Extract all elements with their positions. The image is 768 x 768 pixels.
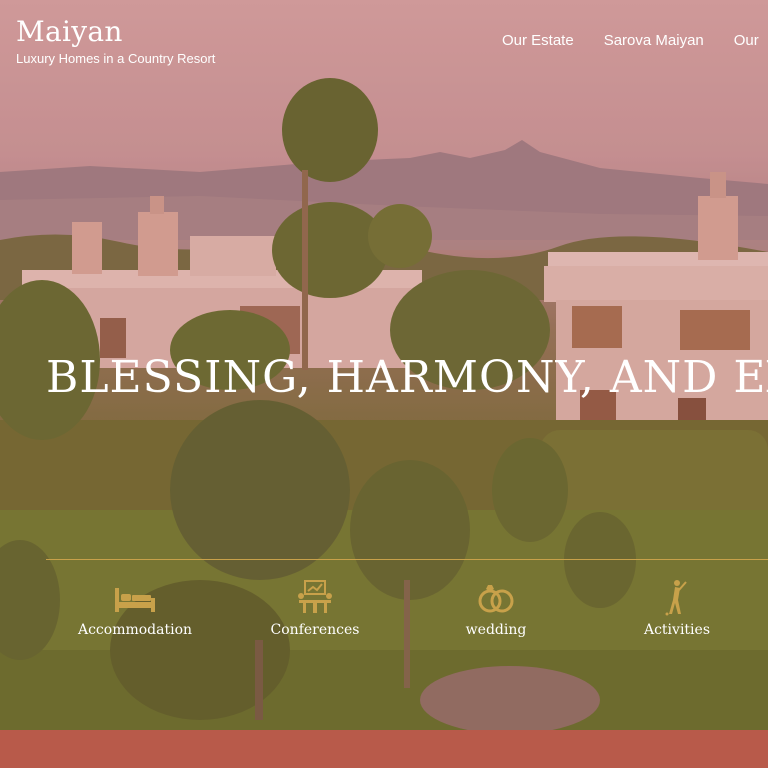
nav-link-our-estate[interactable]: Our Estate [502,32,574,49]
nav-link-our[interactable]: Our [734,32,759,49]
wedding-rings-icon [478,585,514,613]
feature-activities[interactable]: Activities [597,578,757,638]
hero-headline: BLESSING, HARMONY, AND EX [46,352,768,403]
nav-link-sarova-maiyan[interactable]: Sarova Maiyan [604,32,704,49]
feature-label: Conferences [270,622,360,638]
main-nav: Our Estate Sarova Maiyan Our [502,32,768,49]
footer-bar [0,730,768,768]
brand[interactable]: Maiyan Luxury Homes in a Country Resort [16,14,215,67]
feature-divider [46,559,768,560]
bed-icon [115,588,155,612]
feature-label: Activities [643,622,710,638]
feature-conferences[interactable]: Conferences [235,578,395,638]
conference-icon [298,580,332,613]
site-logo-title[interactable]: Maiyan [16,14,215,50]
site-tagline: Luxury Homes in a Country Resort [16,51,216,66]
feature-label: wedding [465,622,527,638]
feature-accommodation[interactable]: Accommodation [55,578,215,638]
feature-wedding[interactable]: wedding [416,578,576,638]
feature-label: Accommodation [77,622,193,638]
golfer-icon [665,580,687,616]
